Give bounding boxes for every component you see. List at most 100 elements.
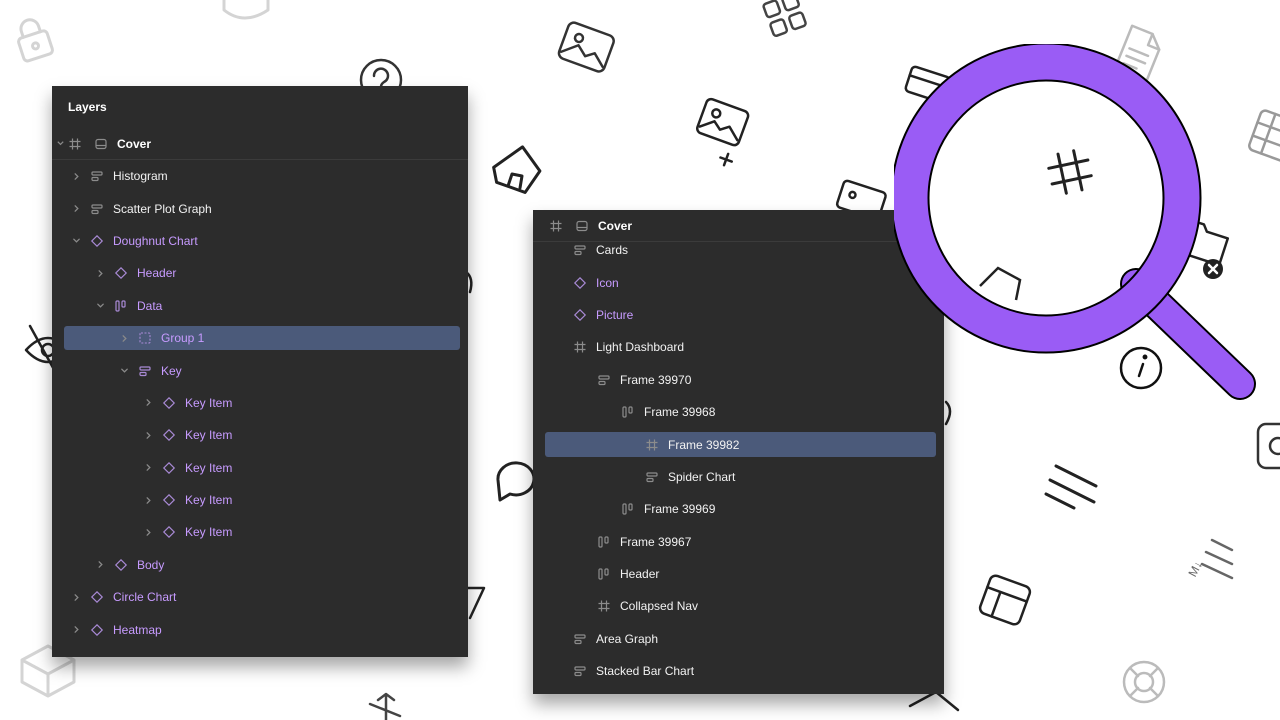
chevron-right-icon[interactable]: [142, 431, 154, 440]
layer-row[interactable]: Light Dashboard: [533, 331, 944, 363]
speed-lines-icon: [1044, 464, 1098, 510]
chevron-right-icon[interactable]: [70, 204, 82, 213]
layer-row[interactable]: Cards: [533, 234, 944, 266]
layer-row[interactable]: Scatter Plot Graph: [52, 192, 468, 224]
layer-row[interactable]: Icon: [533, 266, 944, 298]
layer-row-cover[interactable]: Cover: [52, 128, 468, 160]
layer-row[interactable]: Frame 39982: [533, 428, 944, 460]
component-diamond-icon: [90, 234, 104, 248]
layer-label: Heatmap: [113, 622, 162, 637]
chat-icon: [496, 461, 536, 502]
chevron-down-icon[interactable]: [94, 301, 106, 310]
chevron-right-icon[interactable]: [70, 625, 82, 634]
layer-row[interactable]: Area Graph: [533, 623, 944, 655]
component-diamond-icon: [162, 428, 176, 442]
layers-panel: Layers Cover Histogram Scatter Plot Graph…: [52, 86, 468, 657]
autolayout-rows-icon: [573, 664, 587, 678]
layer-row[interactable]: Heatmap: [52, 613, 468, 645]
layer-row[interactable]: Doughnut Chart: [52, 225, 468, 257]
frame-hash-icon: [549, 219, 563, 233]
chevron-down-icon[interactable]: [70, 236, 82, 245]
layers-list: Histogram Scatter Plot Graph Doughnut Char…: [52, 160, 468, 646]
sort-icon: M↓: [1185, 538, 1234, 580]
layout-icon: [978, 574, 1032, 626]
chevron-down-icon[interactable]: [118, 366, 130, 375]
layer-row[interactable]: Body: [52, 549, 468, 581]
autolayout-rows-icon: [597, 373, 611, 387]
layer-label: Frame 39982: [668, 437, 740, 452]
arrows-icon: [368, 692, 402, 720]
layer-label: Stacked Bar Chart: [596, 664, 695, 679]
chevron-right-icon[interactable]: [118, 334, 130, 343]
layer-label: Frame 39969: [644, 502, 716, 517]
layer-label: Spider Chart: [668, 469, 736, 484]
layer-row[interactable]: Stacked Bar Chart: [533, 655, 944, 687]
layer-label: Doughnut Chart: [113, 233, 198, 248]
shield-icon: [222, 0, 270, 20]
layer-label: Area Graph: [596, 631, 659, 646]
layer-label: Cover: [117, 136, 152, 151]
layer-label: Key Item: [185, 525, 233, 540]
layer-row[interactable]: Frame 39970: [533, 364, 944, 396]
lifebuoy-icon: [1122, 660, 1166, 704]
layer-row[interactable]: Key: [52, 354, 468, 386]
chevron-right-icon[interactable]: [142, 496, 154, 505]
chevron-right-icon[interactable]: [142, 398, 154, 407]
layer-label: Picture: [596, 307, 634, 322]
component-diamond-icon: [573, 276, 587, 290]
chevron-right-icon[interactable]: [142, 463, 154, 472]
layer-label: Header: [137, 266, 177, 281]
layer-row[interactable]: Data: [52, 290, 468, 322]
camera-icon: [1256, 422, 1280, 470]
layer-row[interactable]: Frame 39968: [533, 396, 944, 428]
page-icon: [94, 137, 108, 151]
layer-row[interactable]: Header: [52, 257, 468, 289]
layer-label: Key Item: [185, 493, 233, 508]
layer-row[interactable]: Frame 39969: [533, 493, 944, 525]
layer-label: Frame 39967: [620, 534, 692, 549]
magnifier-icon: [894, 44, 1256, 400]
group-dashed-icon: [138, 331, 152, 345]
layer-row[interactable]: Circle Chart: [52, 581, 468, 613]
autolayout-rows-icon: [573, 243, 587, 257]
chevron-right-icon[interactable]: [70, 593, 82, 602]
layer-label: Collapsed Nav: [620, 599, 699, 614]
component-diamond-icon: [114, 266, 128, 280]
cover-layers-list: Cards Icon Picture Light Dashboard Frame 399…: [533, 234, 944, 687]
layer-label: Group 1: [161, 331, 205, 346]
layer-label: Circle Chart: [113, 590, 177, 605]
layer-row[interactable]: Key Item: [52, 452, 468, 484]
layer-row[interactable]: Frame 39967: [533, 526, 944, 558]
layer-label: Header: [620, 567, 660, 582]
chevron-down-icon[interactable]: [54, 139, 66, 148]
layer-row[interactable]: Picture: [533, 299, 944, 331]
layer-row[interactable]: Spider Chart: [533, 461, 944, 493]
chevron-right-icon[interactable]: [142, 528, 154, 537]
layer-label: Key: [161, 363, 182, 378]
layer-row[interactable]: Key Item: [52, 484, 468, 516]
svg-text:M↓: M↓: [1185, 558, 1205, 579]
autolayout-rows-icon: [90, 169, 104, 183]
layer-label: Frame 39970: [620, 372, 692, 387]
frame-hash-icon: [573, 340, 587, 354]
chevron-right-icon[interactable]: [70, 172, 82, 181]
component-diamond-icon: [114, 558, 128, 572]
autolayout-columns-icon: [597, 535, 611, 549]
layer-row[interactable]: Collapsed Nav: [533, 590, 944, 622]
layer-row[interactable]: Key Item: [52, 419, 468, 451]
layer-row[interactable]: Key Item: [52, 516, 468, 548]
layer-row[interactable]: Histogram: [52, 160, 468, 192]
autolayout-rows-icon: [573, 632, 587, 646]
autolayout-rows-icon: [90, 202, 104, 216]
chevron-right-icon[interactable]: [94, 560, 106, 569]
layer-label: Key Item: [185, 460, 233, 475]
layer-row[interactable]: Header: [533, 558, 944, 590]
layer-row[interactable]: Group 1: [52, 322, 468, 354]
autolayout-columns-icon: [621, 502, 635, 516]
page-icon: [575, 219, 589, 233]
layer-row[interactable]: Key Item: [52, 387, 468, 419]
chevron-right-icon[interactable]: [94, 269, 106, 278]
autolayout-columns-icon: [597, 567, 611, 581]
layers-panel-title: Layers: [68, 100, 107, 114]
layer-label: Histogram: [113, 169, 168, 184]
